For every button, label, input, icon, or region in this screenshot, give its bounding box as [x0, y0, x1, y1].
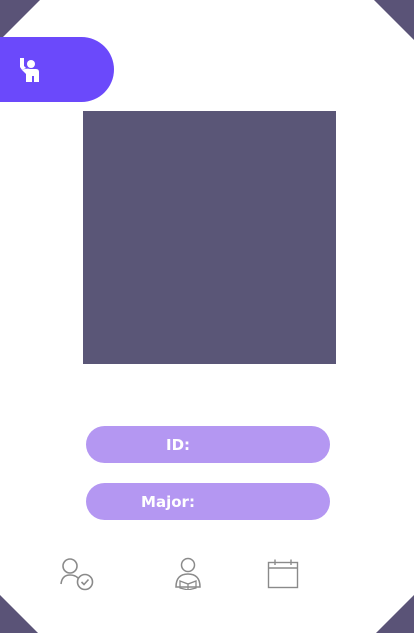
user-check-icon[interactable] — [59, 558, 95, 592]
student-major-field: Major: — [86, 483, 330, 520]
profile-photo-placeholder — [83, 111, 336, 364]
raise-hand-button[interactable] — [0, 37, 114, 102]
corner-decoration-bottom-left — [0, 595, 38, 633]
corner-decoration-bottom-right — [376, 595, 414, 633]
corner-decoration-top-left — [0, 0, 40, 40]
calendar-icon[interactable] — [267, 559, 299, 589]
corner-decoration-top-right — [374, 0, 414, 40]
id-label: ID: — [165, 435, 191, 454]
user-reading-icon[interactable] — [173, 557, 203, 590]
major-label: Major: — [141, 492, 195, 511]
raise-hand-icon — [20, 58, 39, 82]
student-id-field: ID: — [86, 426, 330, 463]
